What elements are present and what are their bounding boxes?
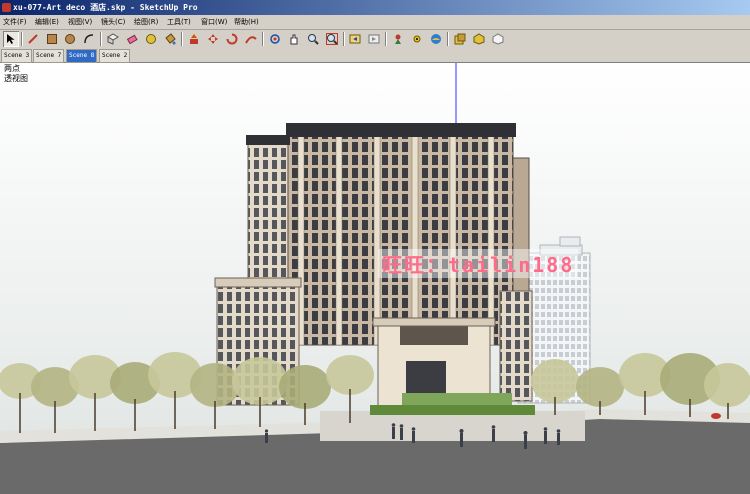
move-icon[interactable] xyxy=(205,31,221,47)
watermark-text: 旺旺：tailin188 xyxy=(378,249,579,278)
tape-measure-icon[interactable] xyxy=(143,31,159,47)
entrance-shrubs xyxy=(402,393,512,405)
projection-label: 透视图 xyxy=(4,74,28,83)
circle-icon[interactable] xyxy=(62,31,78,47)
select-tool-icon[interactable] xyxy=(3,31,19,47)
zoom-icon[interactable] xyxy=(305,31,321,47)
planter-hedge xyxy=(370,405,535,415)
menu-window[interactable]: 窗口(W) xyxy=(201,15,227,29)
get-models-icon[interactable] xyxy=(471,31,487,47)
line-pencil-icon[interactable] xyxy=(25,31,41,47)
rectangle-icon[interactable] xyxy=(44,31,60,47)
scene-tab-bar: Scene 3 Scene 7 Scene 8 Scene 2 xyxy=(0,48,750,63)
rotate-icon[interactable] xyxy=(224,31,240,47)
next-view-icon[interactable] xyxy=(366,31,382,47)
previous-view-icon[interactable] xyxy=(347,31,363,47)
make-component-icon[interactable] xyxy=(105,31,121,47)
model-viewport[interactable]: 两点 透视图 旺旺：tailin188 xyxy=(0,63,750,494)
sketchup-app-icon xyxy=(2,3,11,12)
menu-edit[interactable]: 编辑(E) xyxy=(35,15,59,29)
look-around-icon[interactable] xyxy=(409,31,425,47)
eraser-icon[interactable] xyxy=(124,31,140,47)
scene-tab-scene-2[interactable]: Scene 2 xyxy=(99,49,131,63)
paint-bucket-icon[interactable] xyxy=(162,31,178,47)
menu-bar: 文件(F) 编辑(E) 视图(V) 镜头(C) 绘图(R) 工具(T) 窗口(W… xyxy=(0,15,750,30)
section-plane-icon[interactable] xyxy=(452,31,468,47)
push-pull-icon[interactable] xyxy=(186,31,202,47)
zoom-extents-icon[interactable] xyxy=(324,31,340,47)
scene-tab-scene-7[interactable]: Scene 7 xyxy=(33,49,65,63)
pan-hand-icon[interactable] xyxy=(286,31,302,47)
walk-icon[interactable] xyxy=(428,31,444,47)
menu-help[interactable]: 帮助(H) xyxy=(234,15,259,29)
main-toolbar xyxy=(0,30,750,48)
window-title: xu-077-Art deco 酒店.skp - SketchUp Pro xyxy=(13,3,198,12)
scene-tab-scene-8[interactable]: Scene 8 xyxy=(66,49,98,63)
follow-me-icon[interactable] xyxy=(243,31,259,47)
rendered-scene xyxy=(0,63,750,494)
arc-icon[interactable] xyxy=(81,31,97,47)
title-bar: xu-077-Art deco 酒店.skp - SketchUp Pro xyxy=(0,0,750,15)
menu-camera[interactable]: 镜头(C) xyxy=(101,15,125,29)
position-camera-icon[interactable] xyxy=(390,31,406,47)
menu-tools[interactable]: 工具(T) xyxy=(167,15,191,29)
share-model-icon[interactable] xyxy=(490,31,506,47)
menu-draw[interactable]: 绘图(R) xyxy=(134,15,158,29)
menu-file[interactable]: 文件(F) xyxy=(3,15,27,29)
scene-tab-scene-3[interactable]: Scene 3 xyxy=(1,49,33,63)
menu-view[interactable]: 视图(V) xyxy=(68,15,92,29)
orbit-icon[interactable] xyxy=(267,31,283,47)
